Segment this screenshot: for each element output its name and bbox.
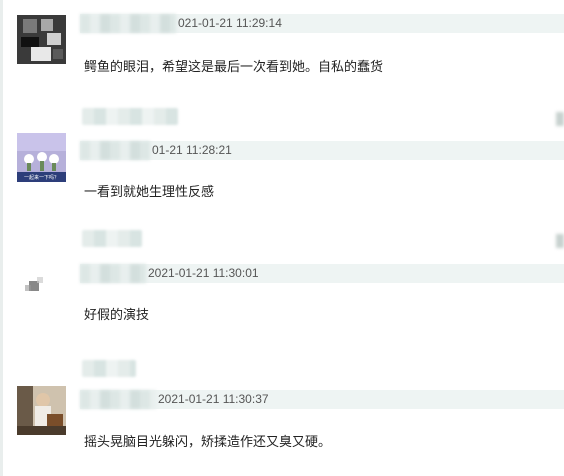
avatar[interactable] bbox=[17, 255, 66, 304]
edge-mark bbox=[556, 112, 564, 126]
comment-item: 2021-01-21 11:30:37 摇头晃脑目光躲闪，矫揉造作还又臭又硬。 bbox=[0, 358, 564, 476]
comment-timestamp: 2021-01-21 11:30:01 bbox=[148, 266, 259, 280]
username-redacted bbox=[82, 108, 178, 125]
comment-timestamp: 01-21 11:28:21 bbox=[152, 143, 232, 157]
avatar-caption: 一起来一下吗？ bbox=[24, 174, 59, 181]
comment-timestamp: 021-01-21 11:29:14 bbox=[178, 16, 282, 30]
avatar-image-icon bbox=[17, 255, 66, 304]
comment-meta: 2021-01-21 11:30:01 bbox=[80, 264, 564, 283]
comment-meta: 01-21 11:28:21 bbox=[80, 141, 564, 160]
username-redacted bbox=[80, 390, 156, 409]
comment-meta: 021-01-21 11:29:14 bbox=[80, 14, 564, 33]
username-redacted bbox=[82, 360, 136, 377]
username-redacted bbox=[80, 141, 150, 160]
comment-timestamp: 2021-01-21 11:30:37 bbox=[158, 392, 269, 406]
username-redacted bbox=[82, 230, 142, 247]
comment-text: 好假的演技 bbox=[84, 308, 150, 323]
comment-list: 021-01-21 11:29:14 鳄鱼的眼泪，希望这是最后一次看到她。自私的… bbox=[0, 0, 564, 476]
avatar[interactable] bbox=[17, 15, 66, 64]
comment-item: 2021-01-21 11:30:01 好假的演技 bbox=[0, 228, 564, 348]
username-redacted bbox=[80, 14, 176, 33]
comment-text: 一看到就她生理性反感 bbox=[84, 185, 215, 200]
comment-text: 鳄鱼的眼泪，希望这是最后一次看到她。自私的蠢货 bbox=[84, 60, 384, 75]
comment-item: 一起来一下吗？ 01-21 11:28:21 一看到就她生理性反感 bbox=[0, 108, 564, 228]
comment-item: 021-01-21 11:29:14 鳄鱼的眼泪，希望这是最后一次看到她。自私的… bbox=[0, 0, 564, 118]
avatar[interactable] bbox=[17, 386, 66, 435]
avatar[interactable]: 一起来一下吗？ bbox=[17, 133, 66, 182]
avatar-image-icon: 一起来一下吗？ bbox=[17, 133, 66, 182]
avatar-image-icon bbox=[17, 15, 66, 64]
username-redacted bbox=[80, 264, 146, 283]
comment-meta: 2021-01-21 11:30:37 bbox=[80, 390, 564, 409]
comment-text: 摇头晃脑目光躲闪，矫揉造作还又臭又硬。 bbox=[84, 435, 332, 450]
avatar-image-icon bbox=[17, 386, 66, 435]
edge-mark bbox=[556, 234, 564, 248]
